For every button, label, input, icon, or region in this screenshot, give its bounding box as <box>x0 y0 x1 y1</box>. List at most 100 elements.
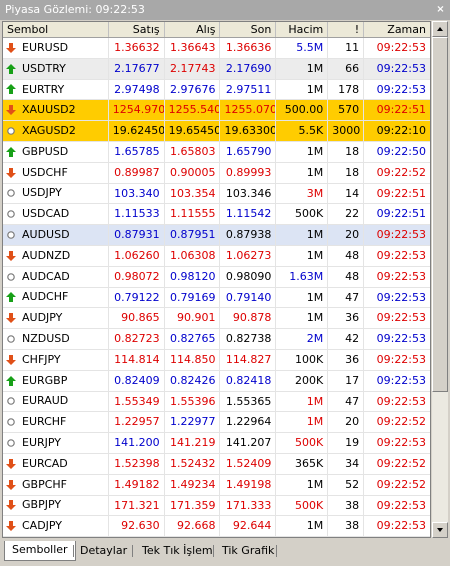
cell-bid: 2.97498 <box>109 79 165 100</box>
cell-symbol: CHFJPY <box>3 349 109 370</box>
cell-time: 09:22:52 <box>376 456 427 470</box>
cell-ask: 141.219 <box>165 433 221 453</box>
cell-count: 48 <box>328 266 365 287</box>
column-header-symbol[interactable]: Sembol <box>3 22 109 37</box>
table-row[interactable]: USDTRY 2.17677 2.17743 2.17690 1M 66 09:22:53 <box>3 58 430 80</box>
cell-volume: 1M <box>276 474 329 495</box>
cell-bid: 1.55349 <box>109 391 165 412</box>
tab-separator <box>213 545 214 557</box>
circle-icon <box>5 394 17 408</box>
circle-icon <box>5 228 17 242</box>
cell-time: 09:22:53 <box>376 352 427 366</box>
table-row[interactable]: USDCAD 1.11533 1.11555 1.11542 500K 22 09:22:5… <box>3 204 430 226</box>
table-row[interactable]: AUDNZD 1.06260 1.06308 1.06273 1M 48 09:22:53 <box>3 245 430 267</box>
column-header-ask[interactable]: Alış <box>165 22 221 37</box>
cell-bid: 0.98072 <box>109 266 165 287</box>
cell-last: 1.22964 <box>220 412 277 433</box>
symbol-label: AUDJPY <box>22 311 63 325</box>
table-row[interactable]: EURAUD 1.55349 1.55396 1.55365 1M 47 09:22:53 <box>3 391 430 413</box>
column-header-time[interactable]: Zaman <box>364 22 430 37</box>
symbol-label: CHFJPY <box>22 352 61 366</box>
cell-symbol: EURCHF <box>3 412 109 433</box>
table-row[interactable]: AUDJPY 90.865 90.901 90.878 1M 36 09:22:53 <box>3 308 430 330</box>
cell-last: 1.36636 <box>220 38 277 58</box>
cell-symbol: EURGBP <box>3 370 109 391</box>
table-row[interactable]: USDCHF 0.89987 0.90005 0.89993 1M 18 09:22:52 <box>3 162 430 184</box>
symbol-label: USDCHF <box>22 165 68 179</box>
symbol-label: USDCAD <box>22 207 70 221</box>
cell-last: 19.63300 <box>220 121 277 141</box>
cell-ask: 0.87951 <box>165 225 221 245</box>
cell-bid: 1.36632 <box>109 38 165 58</box>
cell-symbol: EURAUD <box>3 391 109 412</box>
cell-ask: 2.97676 <box>165 79 221 100</box>
scroll-up-button[interactable] <box>432 21 448 37</box>
table-header: Sembol Satış Alış Son Hacim ! Zaman <box>3 22 430 38</box>
table-row[interactable]: USDJPY 103.340 103.354 103.346 3M 14 09:22:51 <box>3 183 430 205</box>
symbol-label: EURGBP <box>22 373 68 387</box>
table-row[interactable]: EURTRY 2.97498 2.97676 2.97511 1M 178 09:22:53 <box>3 79 430 101</box>
column-header-count[interactable]: ! <box>328 22 365 37</box>
cell-time: 09:22:53 <box>376 269 427 283</box>
vertical-scrollbar[interactable] <box>432 21 448 538</box>
close-icon[interactable]: × <box>435 4 446 15</box>
cell-last: 0.82418 <box>220 370 277 391</box>
table-row[interactable]: XAUUSD2 1254.970 1255.540 1255.070 500.00 570… <box>3 100 430 122</box>
circle-icon <box>5 436 17 450</box>
cell-ask: 1.36643 <box>165 38 221 58</box>
table-row[interactable]: GBPUSD 1.65785 1.65803 1.65790 1M 18 09:22:50 <box>3 141 430 163</box>
cell-ask: 1.22977 <box>165 412 221 433</box>
symbol-label: EURTRY <box>22 82 65 96</box>
arrow-down-icon <box>5 41 17 55</box>
table-row[interactable]: AUDCHF 0.79122 0.79169 0.79140 1M 47 09:22:53 <box>3 287 430 309</box>
cell-volume: 200K <box>276 370 329 391</box>
table-row[interactable]: XAGUSD2 19.62450 19.65450 19.63300 5.5K 3000 0… <box>3 121 430 142</box>
arrow-down-icon <box>5 353 17 367</box>
tab-detaylar[interactable]: Detaylar <box>80 542 127 560</box>
cell-volume: 1M <box>276 245 329 266</box>
column-header-bid[interactable]: Satış <box>109 22 165 37</box>
cell-time: 09:22:53 <box>376 61 427 75</box>
symbol-label: AUDNZD <box>22 248 71 262</box>
table-row[interactable]: AUDUSD 0.87931 0.87951 0.87938 1M 20 09:22:53 <box>3 225 430 246</box>
cell-symbol: GBPJPY <box>3 495 109 516</box>
table-row[interactable]: NZDUSD 0.82723 0.82765 0.82738 2M 42 09:22:53 <box>3 329 430 350</box>
column-header-last[interactable]: Son <box>220 22 277 37</box>
cell-time: 09:22:53 <box>376 436 427 450</box>
table-row[interactable]: EURGBP 0.82409 0.82426 0.82418 200K 17 09:22:5… <box>3 370 430 392</box>
cell-volume: 5.5K <box>276 121 329 141</box>
cell-time: 09:22:53 <box>376 82 427 96</box>
cell-count: 11 <box>328 38 365 58</box>
tab-tek-tik-islem[interactable]: Tek Tık İşlem <box>142 542 213 560</box>
table-row[interactable]: EURUSD 1.36632 1.36643 1.36636 5.5M 11 09:22:5… <box>3 38 430 59</box>
cell-count: 18 <box>328 162 365 183</box>
cell-ask: 1.52432 <box>165 453 221 474</box>
cell-ask: 0.90005 <box>165 162 221 183</box>
cell-last: 2.97511 <box>220 79 277 100</box>
tab-tik-grafik[interactable]: Tik Grafik <box>222 542 274 560</box>
cell-bid: 2.17677 <box>109 58 165 79</box>
scroll-down-button[interactable] <box>432 522 448 538</box>
triangle-up-icon <box>437 27 443 31</box>
cell-time: 09:22:51 <box>376 186 427 200</box>
table-row[interactable]: CADJPY 92.630 92.668 92.644 1M 38 09:22:53 <box>3 516 430 537</box>
cell-last: 141.207 <box>220 433 277 453</box>
cell-symbol: CADJPY <box>3 516 109 537</box>
table-row[interactable]: AUDCAD 0.98072 0.98120 0.98090 1.63M 48 09:22:… <box>3 266 430 288</box>
column-header-volume[interactable]: Hacim <box>276 22 329 37</box>
table-row[interactable]: GBPCHF 1.49182 1.49234 1.49198 1M 52 09:22:52 <box>3 474 430 496</box>
cell-count: 3000 <box>328 121 365 141</box>
cell-bid: 1254.970 <box>109 100 165 121</box>
cell-volume: 1M <box>276 162 329 183</box>
symbol-label: USDTRY <box>22 61 66 75</box>
cell-ask: 1.55396 <box>165 391 221 412</box>
table-row[interactable]: EURCHF 1.22957 1.22977 1.22964 1M 20 09:22:52 <box>3 412 430 434</box>
table-row[interactable]: CHFJPY 114.814 114.850 114.827 100K 36 09:22:5… <box>3 349 430 371</box>
tab-separator <box>276 545 277 557</box>
scrollbar-thumb[interactable] <box>432 37 448 392</box>
tab-semboller[interactable]: Semboller <box>4 541 76 561</box>
table-row[interactable]: GBPJPY 171.321 171.359 171.333 500K 38 09:22:5… <box>3 495 430 517</box>
cell-time: 09:22:53 <box>376 248 427 262</box>
table-row[interactable]: EURCAD 1.52398 1.52432 1.52409 365K 34 09:22:5… <box>3 453 430 475</box>
table-row[interactable]: EURJPY 141.200 141.219 141.207 500K 19 09:22:5… <box>3 433 430 454</box>
